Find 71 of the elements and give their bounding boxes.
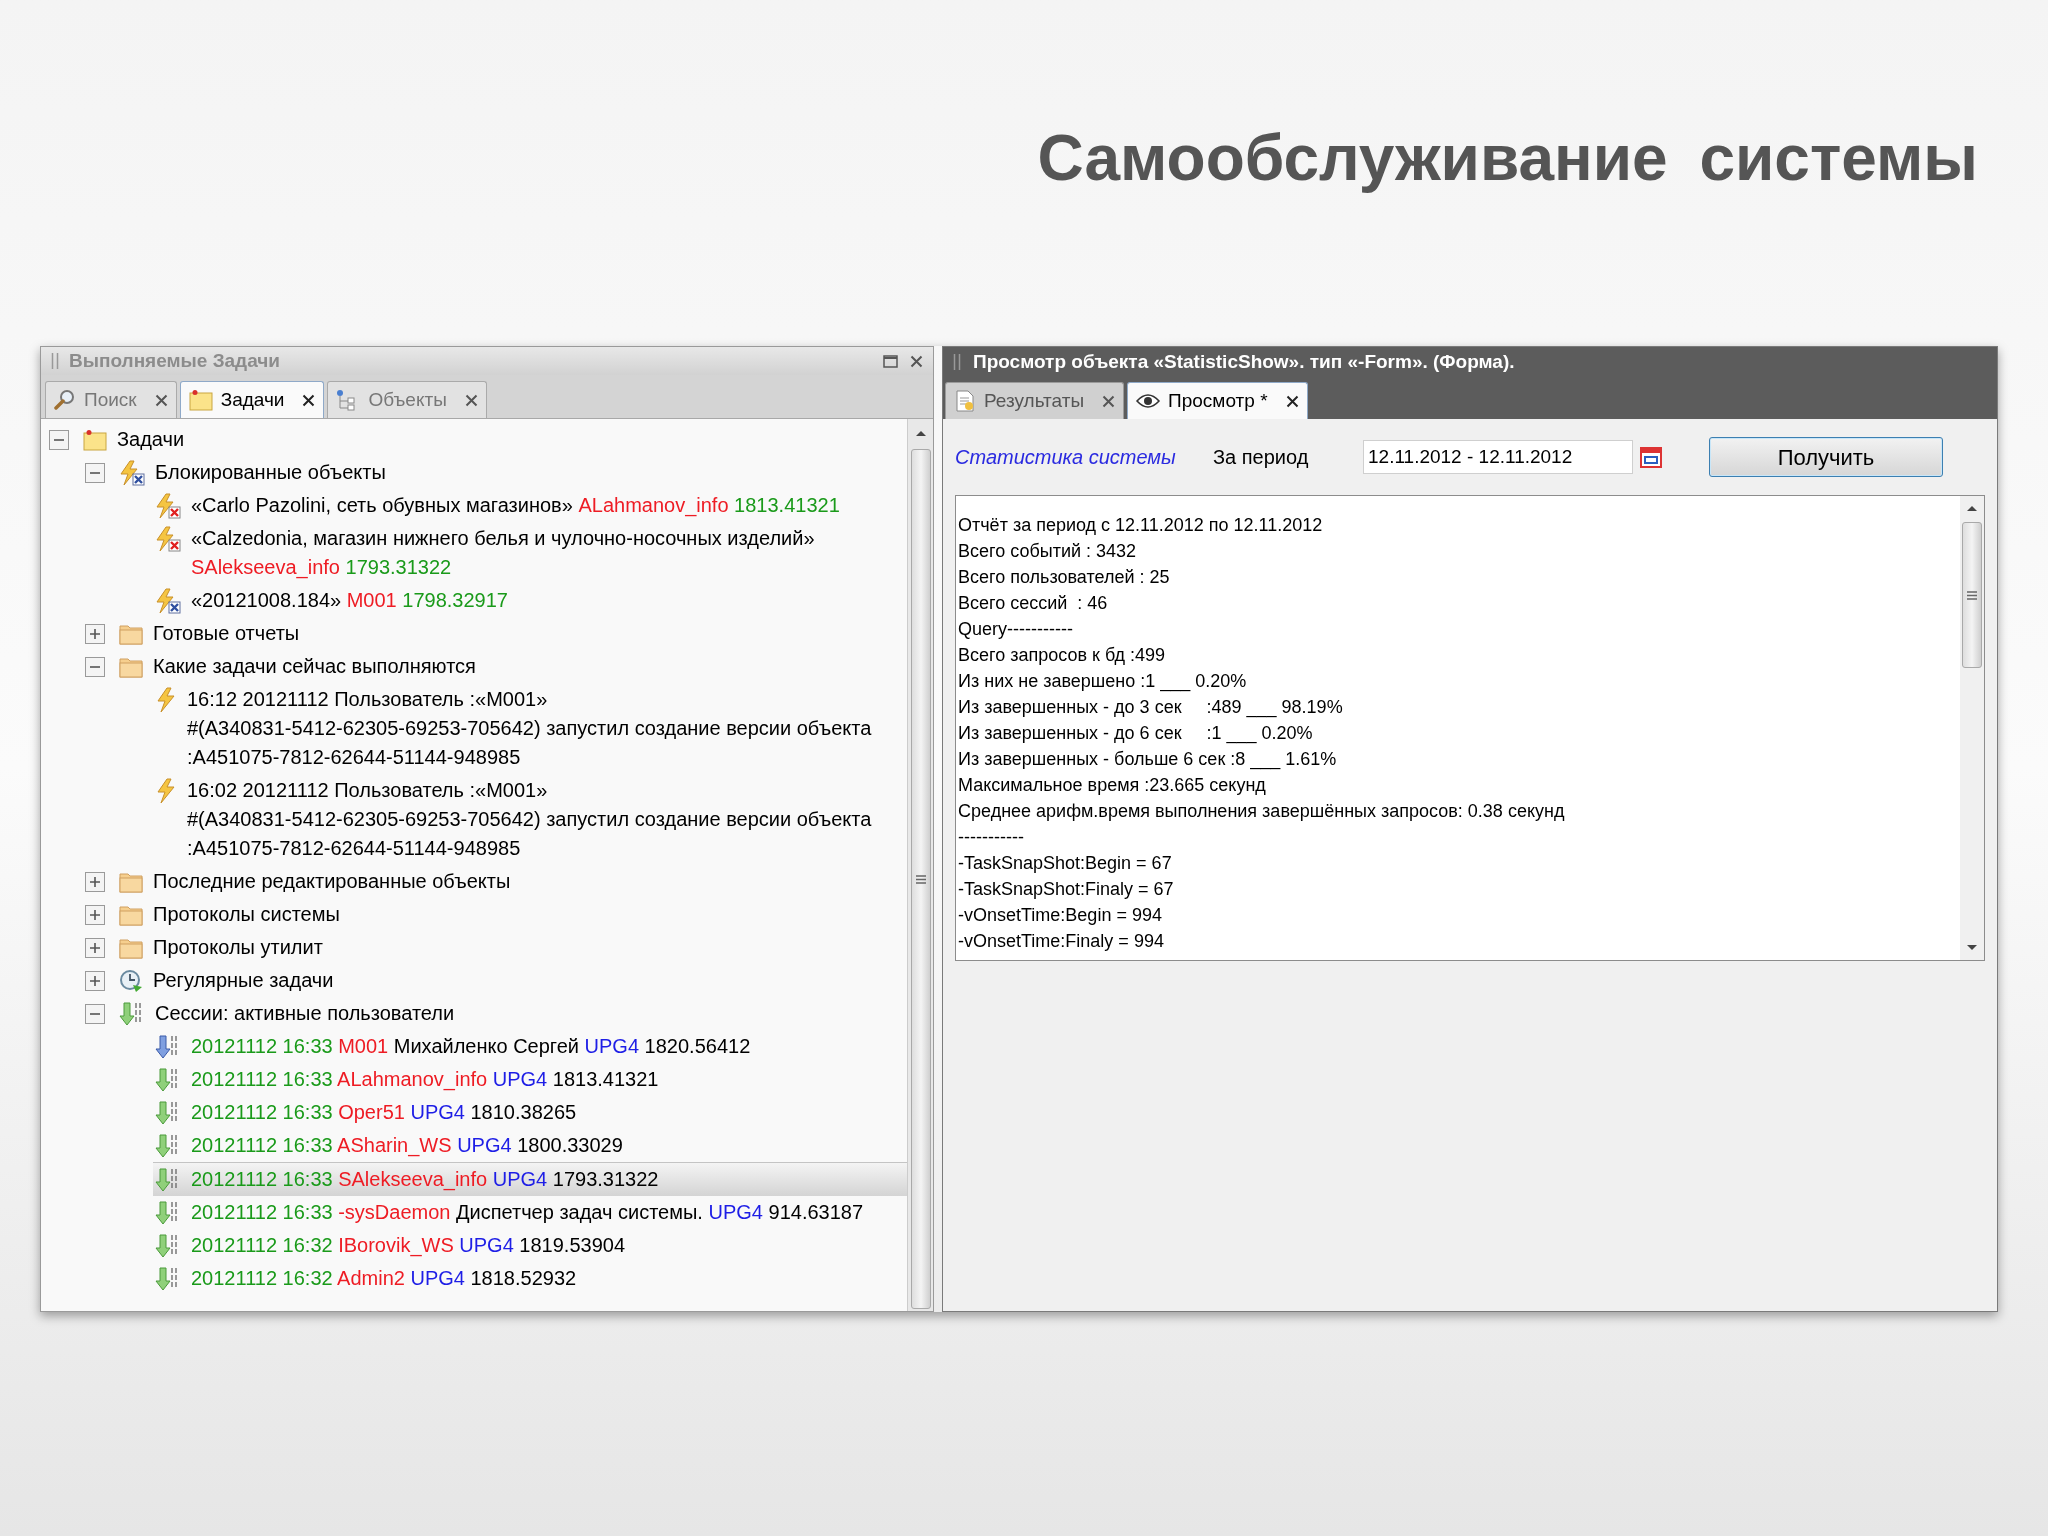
tree-item-label: 20121112 16:33 M001 Михайленко Сергей UPG4 1820.56412	[191, 1034, 751, 1059]
get-button[interactable]: Получить	[1709, 437, 1943, 477]
tree-item[interactable]: Регулярные задачи	[117, 964, 907, 997]
tab[interactable]: Просмотр *	[1127, 382, 1308, 419]
tree-item[interactable]: Протоколы утилит	[117, 931, 907, 964]
tree-item[interactable]: Блокированные объекты	[117, 456, 907, 489]
tree-item[interactable]: 20121112 16:33 ASharin_WS UPG4 1800.33029	[153, 1129, 907, 1162]
tab[interactable]: Задачи	[179, 381, 325, 418]
tree-item[interactable]: «Calzedonia, магазин нижнего белья и чулочно-носочных изделий» SAlekseeva_info 1793.31322	[153, 522, 907, 584]
tree-item-label: Задачи	[117, 427, 185, 452]
tree-item[interactable]: 20121112 16:33 Oper51 UPG4 1810.38265	[153, 1096, 907, 1129]
report-line: Среднее арифм.время выполнения завершённых запросов: 0.38 секунд	[958, 800, 1566, 823]
report-line: Всего запросов к бд :499	[958, 644, 1166, 667]
tree-item-label: 20121112 16:33 -sysDaemon Диспетчер задач системы. UPG4 914.63187	[191, 1200, 864, 1225]
report-line: Query-----------	[958, 618, 1074, 641]
tree-item[interactable]: Сессии: активные пользователи	[117, 997, 907, 1030]
report-line: -----------	[958, 826, 1025, 849]
tree-item-label: Последние редактированные объекты	[153, 869, 511, 894]
report-line: Всего событий : 3432	[958, 540, 1138, 563]
tree-item[interactable]: Задачи	[81, 423, 907, 456]
tree-item-label: 16:02 20121112 Пользователь :«M001» #(A340831-5412-62305-69253-705642) запустил создание версии объекта :A451075-7812-62644-51144-948985	[187, 778, 872, 861]
tree-item[interactable]: «Carlo Pazolini, сеть обувных магазинов» ALahmanov_info 1813.41321	[153, 489, 907, 522]
tree-item-label: 20121112 16:33 ALahmanov_info UPG4 1813.41321	[191, 1067, 659, 1093]
tree-item-label: Регулярные задачи	[153, 968, 334, 993]
report-line: -TaskSnapShot:Finaly = 67	[958, 878, 1175, 901]
slide-title: Самообслуживание системы	[1037, 121, 1978, 196]
tree-item-label: 20121112 16:33 ASharin_WS UPG4 1800.33029	[191, 1133, 623, 1159]
tree-item-label: 20121112 16:33 SAlekseeva_info UPG4 1793.31322	[191, 1167, 659, 1193]
tree-item[interactable]: Готовые отчеты	[117, 617, 907, 650]
tree-item[interactable]: 20121112 16:32 Admin2 UPG4 1818.52932	[153, 1262, 907, 1295]
form-heading: Статистика системы	[955, 445, 1177, 470]
report-line: Всего сессий : 46	[958, 592, 1109, 615]
tree-item-label: Готовые отчеты	[153, 621, 300, 646]
period-field[interactable]: 12.11.2012 - 12.11.2012	[1363, 440, 1633, 474]
report-line: Из завершенных - больше 6 сек :8 ___ 1.61%	[958, 748, 1338, 772]
tree-item-label: «Carlo Pazolini, сеть обувных магазинов» ALahmanov_info 1813.41321	[191, 493, 840, 519]
tree-item[interactable]: «20121008.184» M001 1798.32917	[153, 584, 907, 617]
tree-item-label: Протоколы утилит	[153, 935, 323, 960]
report-line: -TaskSnapShot:Begin = 67	[958, 852, 1173, 875]
tree-item[interactable]: 20121112 16:33 ALahmanov_info UPG4 1813.41321	[153, 1063, 907, 1096]
tree-item-label: 16:12 20121112 Пользователь :«M001» #(A340831-5412-62305-69253-705642) запустил создание версии объекта :A451075-7812-62644-51144-948985	[187, 687, 872, 770]
tree-item[interactable]: 20121112 16:32 IBorovik_WS UPG4 1819.53904	[153, 1229, 907, 1262]
tree-item[interactable]: 20121112 16:33 -sysDaemon Диспетчер задач системы. UPG4 914.63187	[153, 1196, 907, 1229]
tree-item-label: 20121112 16:33 Oper51 UPG4 1810.38265	[191, 1100, 577, 1125]
report-line: Максимальное время :23.665 секунд	[958, 774, 1267, 797]
panel-title: Выполняемые Задачи	[69, 348, 281, 373]
tree-item-label: Какие задачи сейчас выполняются	[153, 654, 476, 679]
report-line: -vOnsetTime:Finaly = 994	[958, 930, 1165, 953]
report-line: Из них не завершено :1 ___ 0.20%	[958, 670, 1248, 694]
tree-item[interactable]: Какие задачи сейчас выполняются	[117, 650, 907, 683]
report-line: Всего пользователей : 25	[958, 566, 1171, 589]
tree-item-label: Сессии: активные пользователи	[155, 1001, 455, 1026]
report-line: Из завершенных - до 3 сек :489 ___ 98.19%	[958, 696, 1344, 720]
tree-item-label: 20121112 16:32 IBorovik_WS UPG4 1819.53904	[191, 1233, 626, 1259]
report-line: Из завершенных - до 6 сек :1 ___ 0.20%	[958, 722, 1314, 746]
period-label: За период	[1213, 445, 1310, 470]
tree-item-label: «Calzedonia, магазин нижнего белья и чулочно-носочных изделий» SAlekseeva_info 1793.31322	[191, 526, 816, 581]
tree-item[interactable]: Протоколы системы	[117, 898, 907, 931]
tree-item-label: 20121112 16:32 Admin2 UPG4 1818.52932	[191, 1266, 577, 1291]
panel-title: Просмотр объекта «StatisticShow». тип «-Form». (Форма).	[973, 349, 1515, 374]
tree-item-label: Блокированные объекты	[155, 460, 386, 485]
report-line: Отчёт за период с 12.11.2012 по 12.11.2012	[958, 514, 1324, 537]
report-line: -vOnsetTime:Begin = 994	[958, 904, 1163, 927]
tree-item[interactable]: 20121112 16:33 SAlekseeva_info UPG4 1793.31322	[153, 1162, 907, 1196]
tree-item-label: «20121008.184» M001 1798.32917	[191, 588, 508, 613]
tree-item[interactable]: 16:12 20121112 Пользователь :«M001» #(A340831-5412-62305-69253-705642) запустил создание версии объекта :A451075-7812-62644-51144-948985	[153, 683, 907, 774]
tree-item[interactable]: Последние редактированные объекты	[117, 865, 907, 898]
tree-item[interactable]: 16:02 20121112 Пользователь :«M001» #(A340831-5412-62305-69253-705642) запустил создание версии объекта :A451075-7812-62644-51144-948985	[153, 774, 907, 865]
tab[interactable]: Результаты	[945, 382, 1125, 419]
tree-item-label: Протоколы системы	[153, 902, 340, 927]
tree-item[interactable]: 20121112 16:33 M001 Михайленко Сергей UPG4 1820.56412	[153, 1030, 907, 1063]
